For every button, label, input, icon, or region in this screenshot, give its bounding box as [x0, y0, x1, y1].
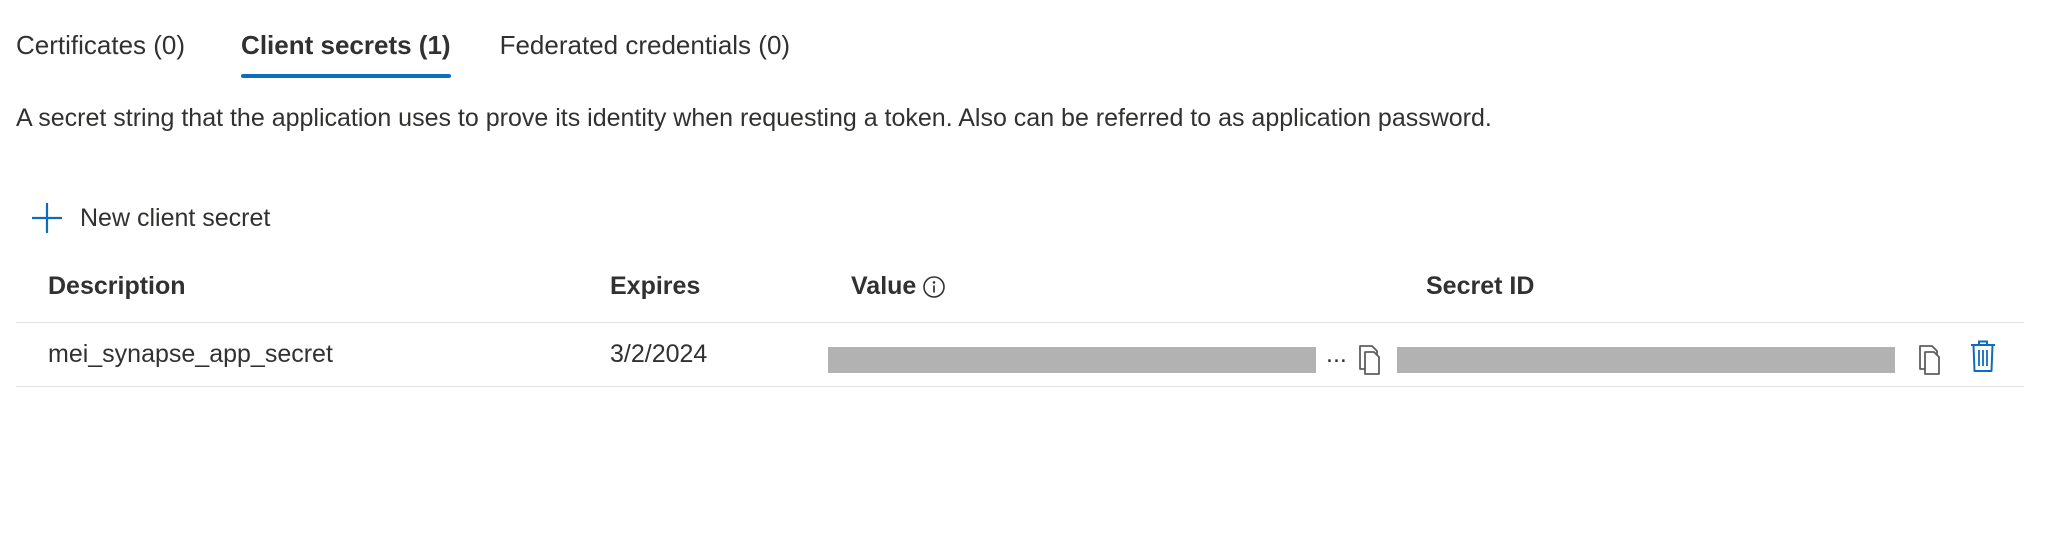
row-divider	[16, 386, 2024, 387]
plus-icon	[32, 203, 62, 233]
column-header-secret-id: Secret ID	[1426, 272, 1535, 300]
new-client-secret-button[interactable]: New client secret	[30, 198, 270, 238]
copy-secret-id-icon[interactable]	[1914, 342, 1944, 378]
tab-federated-credentials[interactable]: Federated credentials (0)	[500, 24, 790, 80]
header-divider	[16, 322, 2024, 323]
new-client-secret-label: New client secret	[80, 203, 271, 232]
secret-value-ellipsis: ...	[1326, 340, 1347, 368]
column-header-expires: Expires	[610, 272, 701, 300]
copy-value-icon[interactable]	[1354, 342, 1384, 378]
info-icon[interactable]	[922, 275, 946, 299]
client-secrets-page: Certificates (0) Client secrets (1) Fede…	[0, 0, 2056, 538]
secret-value-redacted	[828, 347, 1316, 373]
secret-description: mei_synapse_app_secret	[48, 340, 333, 368]
delete-trash-icon[interactable]	[1968, 338, 1998, 374]
column-header-value: Value	[851, 272, 946, 301]
section-description: A secret string that the application use…	[16, 104, 1492, 132]
tab-certificates[interactable]: Certificates (0)	[16, 24, 185, 80]
column-header-description: Description	[48, 272, 186, 300]
credentials-tabs: Certificates (0) Client secrets (1) Fede…	[16, 24, 790, 80]
secret-expires: 3/2/2024	[610, 340, 708, 368]
tab-client-secrets[interactable]: Client secrets (1)	[241, 24, 451, 80]
secret-id-redacted	[1397, 347, 1895, 373]
